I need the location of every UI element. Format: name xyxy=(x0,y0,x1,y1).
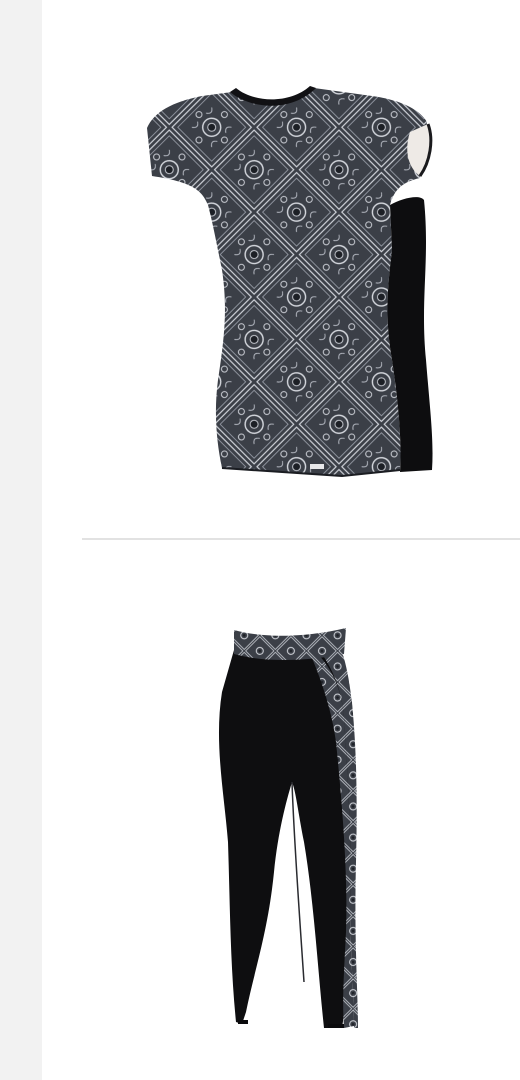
leggings-image[interactable] xyxy=(42,542,520,1080)
top-brand-label xyxy=(310,464,324,469)
product-gallery xyxy=(42,0,520,1080)
section-divider xyxy=(82,538,520,540)
top-image[interactable] xyxy=(42,0,520,538)
left-margin xyxy=(0,0,42,1080)
product-card-top[interactable] xyxy=(42,0,520,538)
top-body xyxy=(147,88,427,476)
product-card-bottom[interactable] xyxy=(42,542,520,1080)
